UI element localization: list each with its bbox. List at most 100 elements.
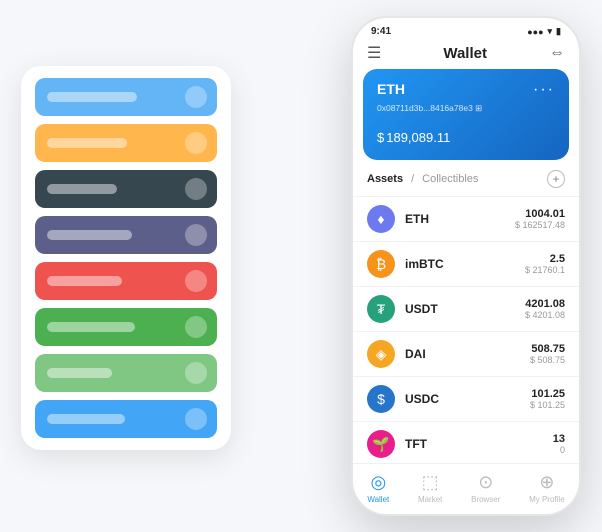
asset-logo-eth: ♦ [367, 205, 395, 233]
battery-icon: ▮ [556, 26, 561, 37]
card-icon-4 [185, 270, 207, 292]
card-icon-3 [185, 224, 207, 246]
asset-name-eth: ETH [405, 212, 515, 226]
asset-logo-imbtc: ₿ [367, 250, 395, 278]
asset-logo-tft: 🌱 [367, 430, 395, 458]
asset-logo-usdc: $ [367, 385, 395, 413]
asset-amount-usdc: 101.25 [530, 388, 565, 400]
status-icons: ●●● ▾ ▮ [527, 26, 561, 37]
wallet-nav-icon: ◎ [370, 472, 386, 493]
asset-amount-dai: 508.75 [530, 343, 565, 355]
asset-usd-dai: $ 508.75 [530, 355, 565, 365]
card-bar-2 [47, 184, 117, 194]
card-item-6[interactable] [35, 354, 217, 392]
bottom-nav: ◎ Wallet ⬚ Market ⊙ Browser ⊕ My Profile [353, 463, 579, 514]
asset-usd-imbtc: $ 21760.1 [525, 265, 565, 275]
asset-item-dai[interactable]: ◈DAI508.75$ 508.75 [353, 331, 579, 376]
card-bar-6 [47, 368, 112, 378]
asset-item-tft[interactable]: 🌱 TFT130 [353, 421, 579, 463]
asset-amount-eth: 1004.01 [515, 208, 565, 220]
status-bar: 9:41 ●●● ▾ ▮ [353, 18, 579, 39]
eth-card-title: ETH [377, 81, 405, 97]
status-time: 9:41 [371, 26, 391, 37]
asset-name-tft: TFT [405, 437, 553, 451]
asset-amount-tft: 13 [553, 433, 565, 445]
card-bar-7 [47, 414, 125, 424]
asset-amounts-usdc: 101.25$ 101.25 [530, 388, 565, 410]
card-bar-5 [47, 322, 135, 332]
asset-item-usdt[interactable]: ₮ USDT4201.08$ 4201.08 [353, 286, 579, 331]
asset-name-dai: DAI [405, 347, 530, 361]
card-stack [21, 66, 231, 450]
nav-market[interactable]: ⬚ Market [418, 472, 442, 504]
signal-icon: ●●● [527, 27, 543, 37]
card-icon-0 [185, 86, 207, 108]
card-icon-5 [185, 316, 207, 338]
card-item-1[interactable] [35, 124, 217, 162]
expand-icon[interactable]: ⇔ [549, 44, 565, 62]
asset-item-eth[interactable]: ♦ ETH1004.01$ 162517.48 [353, 196, 579, 241]
asset-item-usdc[interactable]: $ USDC101.25$ 101.25 [353, 376, 579, 421]
nav-profile[interactable]: ⊕ My Profile [529, 472, 565, 504]
market-nav-label: Market [418, 495, 442, 504]
card-bar-0 [47, 92, 137, 102]
profile-nav-icon: ⊕ [539, 472, 554, 493]
wifi-icon: ▾ [548, 26, 553, 37]
balance-amount: 189,089.11 [386, 130, 450, 145]
menu-icon[interactable]: ☰ [367, 43, 381, 63]
header-title: Wallet [381, 45, 549, 62]
nav-wallet[interactable]: ◎ Wallet [367, 472, 389, 504]
asset-amounts-usdt: 4201.08$ 4201.08 [525, 298, 565, 320]
assets-tabs: Assets / Collectibles [367, 173, 478, 185]
phone-mockup: 9:41 ●●● ▾ ▮ ☰ Wallet ⇔ ETH ··· 0x08711d… [351, 16, 581, 516]
asset-usd-usdt: $ 4201.08 [525, 310, 565, 320]
profile-nav-label: My Profile [529, 495, 565, 504]
asset-amounts-imbtc: 2.5$ 21760.1 [525, 253, 565, 275]
card-item-2[interactable] [35, 170, 217, 208]
card-item-3[interactable] [35, 216, 217, 254]
assets-section: Assets / Collectibles + ♦ ETH1004.01$ 162… [353, 170, 579, 463]
eth-card-balance: $189,089.11 [377, 122, 555, 148]
eth-card-address: 0x08711d3b...8416a78e3 ⊞ [377, 103, 555, 114]
eth-card-dots[interactable]: ··· [533, 81, 555, 99]
card-icon-1 [185, 132, 207, 154]
phone-header: ☰ Wallet ⇔ [353, 39, 579, 69]
scene: 9:41 ●●● ▾ ▮ ☰ Wallet ⇔ ETH ··· 0x08711d… [21, 16, 581, 516]
asset-name-usdc: USDC [405, 392, 530, 406]
add-asset-button[interactable]: + [547, 170, 565, 188]
asset-amounts-tft: 130 [553, 433, 565, 455]
card-bar-4 [47, 276, 122, 286]
wallet-nav-label: Wallet [367, 495, 389, 504]
browser-nav-icon: ⊙ [478, 472, 493, 493]
card-item-4[interactable] [35, 262, 217, 300]
tab-collectibles[interactable]: Collectibles [422, 173, 478, 185]
card-icon-2 [185, 178, 207, 200]
asset-item-imbtc[interactable]: ₿ imBTC2.5$ 21760.1 [353, 241, 579, 286]
asset-usd-usdc: $ 101.25 [530, 400, 565, 410]
card-item-0[interactable] [35, 78, 217, 116]
eth-card[interactable]: ETH ··· 0x08711d3b...8416a78e3 ⊞ $189,08… [363, 69, 569, 160]
card-icon-6 [185, 362, 207, 384]
card-bar-3 [47, 230, 132, 240]
card-bar-1 [47, 138, 127, 148]
asset-amounts-eth: 1004.01$ 162517.48 [515, 208, 565, 230]
nav-browser[interactable]: ⊙ Browser [471, 472, 500, 504]
asset-name-usdt: USDT [405, 302, 525, 316]
currency-symbol: $ [377, 130, 384, 145]
asset-amount-imbtc: 2.5 [525, 253, 565, 265]
asset-amount-usdt: 4201.08 [525, 298, 565, 310]
assets-header: Assets / Collectibles + [353, 170, 579, 196]
asset-usd-tft: 0 [553, 445, 565, 455]
asset-list: ♦ ETH1004.01$ 162517.48 ₿ imBTC2.5$ 21760.1… [353, 196, 579, 463]
asset-amounts-dai: 508.75$ 508.75 [530, 343, 565, 365]
browser-nav-label: Browser [471, 495, 500, 504]
asset-usd-eth: $ 162517.48 [515, 220, 565, 230]
tab-separator: / [411, 173, 414, 185]
asset-name-imbtc: imBTC [405, 257, 525, 271]
card-item-5[interactable] [35, 308, 217, 346]
asset-logo-usdt: ₮ [367, 295, 395, 323]
card-item-7[interactable] [35, 400, 217, 438]
tab-assets[interactable]: Assets [367, 173, 403, 185]
card-icon-7 [185, 408, 207, 430]
eth-card-top: ETH ··· [377, 81, 555, 99]
